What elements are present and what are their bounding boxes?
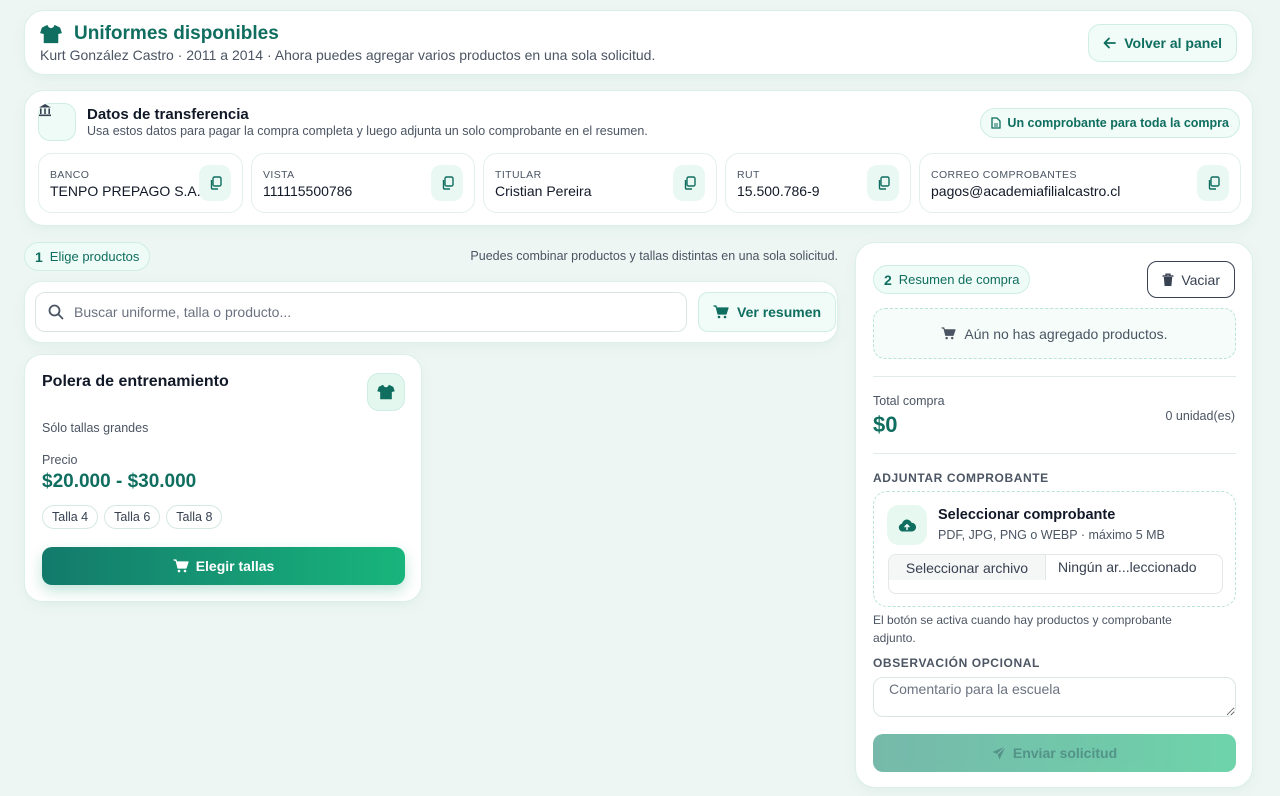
- copy-bank-button[interactable]: [199, 165, 231, 201]
- step-label: Elige productos: [49, 249, 140, 264]
- total-value: $0: [873, 412, 898, 437]
- field-email: Correo comprobantes pagos@academiafilial…: [919, 153, 1241, 213]
- page-subtitle: Kurt González Castro · 2011 a 2014 · Aho…: [40, 47, 656, 63]
- clear-label: Vaciar: [1181, 271, 1220, 288]
- purchase-summary-panel: 2 Resumen de compra Vaciar Aún no has ag…: [855, 242, 1253, 788]
- transfer-subtitle: Usa estos datos para pagar la compra com…: [87, 124, 648, 138]
- send-request-button[interactable]: Enviar solicitud: [873, 734, 1236, 772]
- product-price: $20.000 - $30.000: [42, 471, 197, 492]
- receipt-upload-box: Seleccionar comprobante PDF, JPG, PNG o …: [873, 491, 1236, 607]
- cart-icon: [941, 327, 956, 340]
- empty-cart-message: Aún no has agregado productos.: [873, 308, 1236, 359]
- search-input[interactable]: [74, 293, 674, 331]
- search-bar-card: Ver resumen: [24, 281, 838, 343]
- empty-cart-text: Aún no has agregado productos.: [964, 325, 1168, 342]
- back-label: Volver al panel: [1124, 35, 1222, 51]
- cart-icon: [713, 305, 729, 319]
- select-file-button[interactable]: Seleccionar archivo: [889, 555, 1046, 580]
- copy-icon: [209, 176, 222, 190]
- file-status: Ningún ar...leccionado: [1058, 559, 1197, 575]
- unit-count: 0 unidad(es): [1165, 409, 1236, 423]
- field-rut: RUT 15.500.786-9: [725, 153, 911, 213]
- copy-icon: [441, 176, 454, 190]
- clear-cart-button[interactable]: Vaciar: [1147, 261, 1235, 298]
- copy-icon: [877, 176, 890, 190]
- page-title: Uniformes disponibles: [74, 23, 279, 44]
- transfer-data-card: Datos de transferencia Usa estos datos p…: [24, 90, 1253, 226]
- trash-icon: [1162, 273, 1174, 287]
- choose-sizes-label: Elegir tallas: [195, 558, 275, 574]
- step-2-badge: 2 Resumen de compra: [873, 265, 1031, 294]
- field-account: Vista 111115500786: [251, 153, 475, 213]
- field-value: Cristian Pereira: [495, 183, 592, 199]
- transfer-title: Datos de transferencia: [87, 106, 249, 123]
- page-header: Uniformes disponibles Kurt González Cast…: [24, 10, 1253, 75]
- divider: [873, 453, 1236, 454]
- step-number: 2: [884, 271, 892, 288]
- back-to-panel-button[interactable]: Volver al panel: [1088, 24, 1237, 62]
- field-value: 111115500786: [263, 183, 353, 199]
- product-note: Sólo tallas grandes: [42, 421, 149, 435]
- view-summary-label: Ver resumen: [737, 304, 822, 320]
- copy-holder-button[interactable]: [673, 165, 705, 201]
- field-bank: Banco TENPO PREPAGO S.A.: [38, 153, 243, 213]
- choose-sizes-button[interactable]: Elegir tallas: [42, 547, 405, 585]
- observation-textarea[interactable]: [873, 677, 1236, 717]
- size-chip: Talla 6: [104, 505, 161, 529]
- attach-receipt-label: Adjuntar comprobante: [873, 471, 1049, 485]
- cart-icon: [173, 559, 189, 573]
- copy-rut-button[interactable]: [867, 165, 899, 201]
- step-label: Resumen de compra: [898, 272, 1020, 287]
- bank-icon: [38, 103, 52, 117]
- single-receipt-badge: Un comprobante para toda la compra: [980, 108, 1240, 138]
- total-label: Total compra: [873, 394, 945, 408]
- field-value: pagos@academiafilialcastro.cl: [931, 183, 1121, 199]
- observation-label: Observación opcional: [873, 656, 1040, 670]
- upload-title: Seleccionar comprobante: [938, 507, 1116, 523]
- field-label: Titular: [495, 169, 542, 181]
- cloud-upload-icon: [887, 505, 927, 545]
- field-label: Vista: [263, 169, 295, 181]
- send-label: Enviar solicitud: [1012, 745, 1118, 761]
- view-summary-button[interactable]: Ver resumen: [698, 292, 837, 332]
- field-label: Banco: [50, 169, 90, 181]
- document-icon: [991, 117, 1002, 129]
- divider: [873, 376, 1236, 377]
- search-field[interactable]: [35, 292, 687, 332]
- tshirt-icon: [40, 24, 62, 44]
- paper-plane-icon: [992, 746, 1006, 760]
- product-name: Polera de entrenamiento: [42, 373, 229, 390]
- product-card: Polera de entrenamiento Sólo tallas gran…: [24, 354, 422, 602]
- search-icon: [48, 304, 64, 320]
- price-label: Precio: [42, 453, 78, 467]
- single-receipt-label: Un comprobante para toda la compra: [1007, 116, 1229, 130]
- arrow-left-icon: [1103, 37, 1117, 49]
- step-1-badge: 1 Elige productos: [24, 242, 151, 271]
- copy-account-button[interactable]: [431, 165, 463, 201]
- step-1-hint: Puedes combinar productos y tallas disti…: [470, 249, 838, 263]
- size-chip: Talla 4: [42, 505, 99, 529]
- field-label: Correo comprobantes: [931, 169, 1077, 181]
- field-holder: Titular Cristian Pereira: [483, 153, 717, 213]
- field-value: 15.500.786-9: [737, 183, 820, 199]
- tshirt-icon: [367, 373, 405, 411]
- copy-icon: [1207, 176, 1220, 190]
- upload-formats: PDF, JPG, PNG o WEBP · máximo 5 MB: [938, 528, 1165, 542]
- copy-icon: [683, 176, 696, 190]
- size-list: Talla 4 Talla 6 Talla 8: [42, 505, 223, 529]
- size-chip: Talla 8: [166, 505, 223, 529]
- copy-email-button[interactable]: [1197, 165, 1229, 201]
- receipt-file-input[interactable]: Seleccionar archivo Ningún ar...lecciona…: [888, 554, 1223, 594]
- field-label: RUT: [737, 169, 760, 181]
- step-number: 1: [35, 248, 43, 265]
- field-value: TENPO PREPAGO S.A.: [50, 183, 201, 199]
- send-requirements-note: El botón se activa cuando hay productos …: [873, 613, 1172, 645]
